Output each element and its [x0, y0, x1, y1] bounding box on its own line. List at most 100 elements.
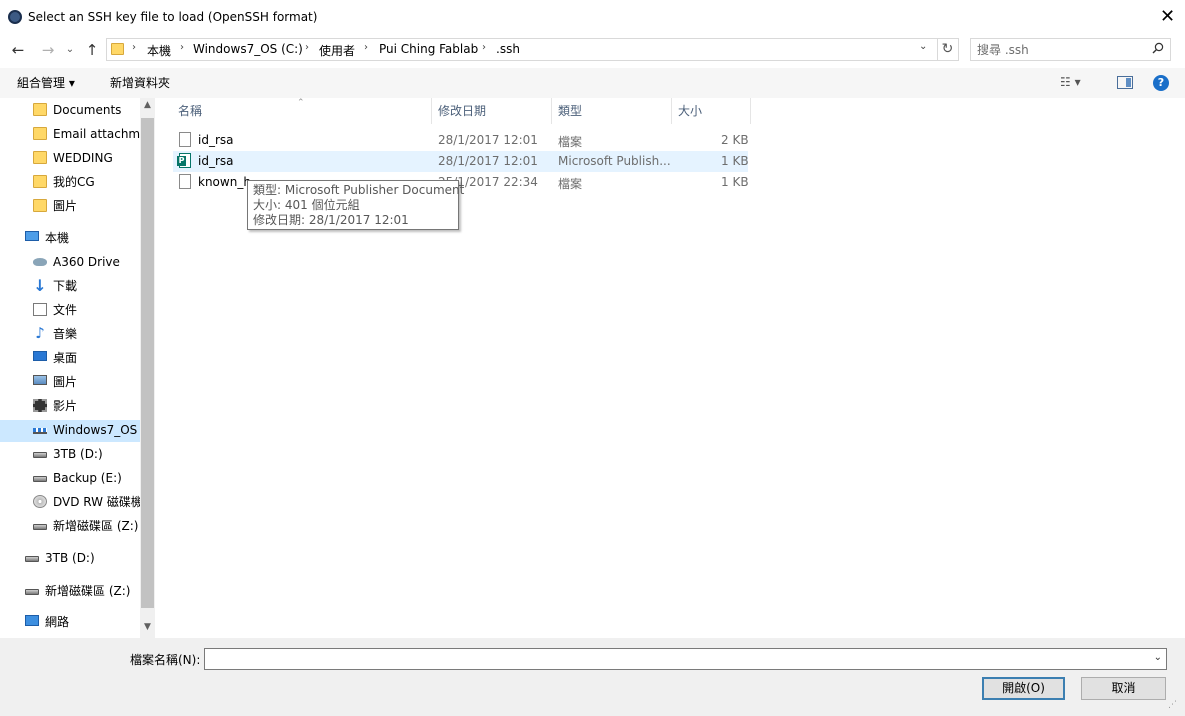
- tooltip-modified: 修改日期: 28/1/2017 12:01: [253, 213, 409, 227]
- breadcrumb-this-pc[interactable]: 本機: [147, 42, 171, 59]
- nav-item-label: 桌面: [53, 351, 78, 365]
- column-header-modified[interactable]: 修改日期: [432, 98, 552, 124]
- nav-item-pictures[interactable]: 圖片: [33, 371, 140, 393]
- resize-grip-icon[interactable]: ⋰: [1168, 700, 1177, 710]
- drive-icon: [33, 476, 47, 482]
- publisher-file-icon: [177, 153, 191, 168]
- file-row[interactable]: id_rsa 28/1/2017 12:01 Microsoft Publish…: [173, 151, 749, 172]
- nav-item-videos[interactable]: 影片: [33, 395, 140, 417]
- nav-item-new-volume-z[interactable]: 新增磁碟區 (Z:): [33, 515, 140, 537]
- nav-item-label: 文件: [53, 303, 78, 317]
- document-icon: [33, 303, 47, 316]
- recent-locations-chevron-icon[interactable]: ⌄: [63, 40, 77, 60]
- cloud-drive-icon: [33, 258, 47, 266]
- column-header-type[interactable]: 類型: [552, 98, 672, 124]
- breadcrumb-separator-icon: ›: [482, 42, 486, 53]
- window-title: Select an SSH key file to load (OpenSSH …: [28, 10, 318, 24]
- file-size: 1 KB: [721, 175, 749, 189]
- nav-item-email-attachments[interactable]: Email attachme: [33, 123, 140, 145]
- nav-item-label: DVD RW 磁碟機: [53, 495, 140, 509]
- file-icon: [179, 174, 191, 189]
- folder-icon: [111, 43, 124, 55]
- nav-item-label: 音樂: [53, 327, 78, 341]
- nav-item-new-volume-z-root[interactable]: 新增磁碟區 (Z:): [25, 580, 140, 602]
- file-icon: [179, 132, 191, 147]
- network-icon: [25, 615, 39, 626]
- refresh-icon[interactable]: ↻: [937, 38, 959, 61]
- nav-item-label: A360 Drive: [53, 255, 120, 269]
- nav-item-wedding[interactable]: WEDDING: [33, 147, 140, 169]
- help-icon[interactable]: ?: [1153, 75, 1169, 91]
- breadcrumb-separator-icon: ›: [132, 42, 136, 53]
- computer-icon: [25, 231, 39, 241]
- search-input[interactable]: [977, 41, 1147, 58]
- file-name: known_h: [198, 175, 251, 189]
- dvd-drive-icon: [33, 495, 47, 508]
- nav-item-a360-drive[interactable]: A360 Drive: [33, 251, 140, 273]
- title-bar: Select an SSH key file to load (OpenSSH …: [0, 0, 1185, 34]
- column-header-size[interactable]: 大小: [672, 98, 751, 124]
- chevron-down-icon[interactable]: ⌄: [1154, 652, 1162, 663]
- nav-item-label: 新增磁碟區 (Z:): [53, 519, 139, 533]
- nav-item-label: WEDDING: [53, 151, 113, 165]
- forward-arrow-icon[interactable]: →: [38, 40, 58, 60]
- back-arrow-icon[interactable]: ←: [8, 40, 28, 60]
- nav-item-label: Email attachme: [53, 127, 140, 141]
- file-modified: 28/1/2017 12:01: [438, 133, 538, 147]
- up-arrow-icon[interactable]: ↑: [82, 40, 102, 60]
- breadcrumb-drive-c[interactable]: Windows7_OS (C:): [193, 42, 303, 56]
- dialog-footer: 檔案名稱(N): ⌄ 開啟(O) 取消: [0, 638, 1185, 716]
- breadcrumb-ssh[interactable]: .ssh: [496, 42, 520, 56]
- nav-scrollbar-thumb[interactable]: [141, 118, 154, 608]
- nav-item-pictures-folder[interactable]: 圖片: [33, 195, 140, 217]
- nav-item-downloads[interactable]: ↓ 下載: [33, 275, 140, 297]
- filename-field[interactable]: ⌄: [204, 648, 1167, 670]
- nav-item-label: 3TB (D:): [45, 551, 95, 565]
- nav-item-label: 網路: [45, 615, 70, 629]
- nav-item-documents-lib[interactable]: 文件: [33, 299, 140, 321]
- change-view-icon[interactable]: ☷ ▾: [1060, 75, 1081, 89]
- folder-icon: [33, 103, 47, 116]
- nav-item-backup-e[interactable]: Backup (E:): [33, 467, 140, 489]
- nav-item-my-cg[interactable]: 我的CG: [33, 171, 140, 193]
- cancel-button[interactable]: 取消: [1081, 677, 1166, 700]
- pictures-icon: [33, 375, 47, 385]
- nav-item-windows7-os[interactable]: Windows7_OS (: [33, 419, 140, 441]
- nav-item-this-pc[interactable]: 本機: [25, 227, 140, 249]
- search-icon: [1152, 42, 1164, 54]
- breadcrumb-user-folder[interactable]: Pui Ching Fablab: [379, 42, 478, 56]
- scroll-up-icon[interactable]: ▲: [140, 100, 155, 110]
- open-button[interactable]: 開啟(O): [982, 677, 1065, 700]
- nav-item-label: Backup (E:): [53, 471, 122, 485]
- folder-icon: [33, 151, 47, 164]
- chevron-down-icon[interactable]: ⌄: [919, 41, 927, 52]
- breadcrumb-separator-icon: ›: [180, 42, 184, 53]
- nav-item-3tb-d-root[interactable]: 3TB (D:): [25, 547, 140, 569]
- nav-item-label: 下載: [53, 279, 78, 293]
- address-bar[interactable]: › 本機 › Windows7_OS (C:) › 使用者 › Pui Chin…: [106, 38, 938, 61]
- nav-item-network[interactable]: 網路: [25, 611, 140, 633]
- folder-icon: [33, 127, 47, 140]
- search-box[interactable]: [970, 38, 1171, 61]
- nav-item-label: 新增磁碟區 (Z:): [45, 584, 131, 598]
- nav-item-desktop[interactable]: 桌面: [33, 347, 140, 369]
- preview-pane-icon[interactable]: [1117, 76, 1133, 89]
- nav-item-label: 影片: [53, 399, 78, 413]
- music-icon: ♪: [35, 324, 45, 342]
- nav-item-documents[interactable]: Documents: [33, 99, 140, 121]
- organize-button[interactable]: 組合管理 ▾: [17, 74, 75, 91]
- breadcrumb-users[interactable]: 使用者: [319, 42, 355, 59]
- new-folder-button[interactable]: 新增資料夾: [110, 74, 170, 91]
- close-button[interactable]: ✕: [1150, 0, 1185, 34]
- drive-icon: [33, 524, 47, 530]
- nav-item-label: 本機: [45, 231, 70, 245]
- drive-icon: [33, 452, 47, 458]
- file-info-tooltip: 類型: Microsoft Publisher Document 大小: 401…: [247, 180, 465, 230]
- scroll-down-icon[interactable]: ▼: [140, 622, 155, 632]
- nav-item-3tb-d[interactable]: 3TB (D:): [33, 443, 140, 465]
- file-row[interactable]: id_rsa 28/1/2017 12:01 檔案 2 KB: [173, 130, 749, 151]
- nav-item-dvd-rw[interactable]: DVD RW 磁碟機: [33, 491, 140, 513]
- nav-item-music[interactable]: ♪ 音樂: [33, 323, 140, 345]
- tooltip-type: 類型: Microsoft Publisher Document: [253, 183, 465, 197]
- nav-item-label: 圖片: [53, 375, 78, 389]
